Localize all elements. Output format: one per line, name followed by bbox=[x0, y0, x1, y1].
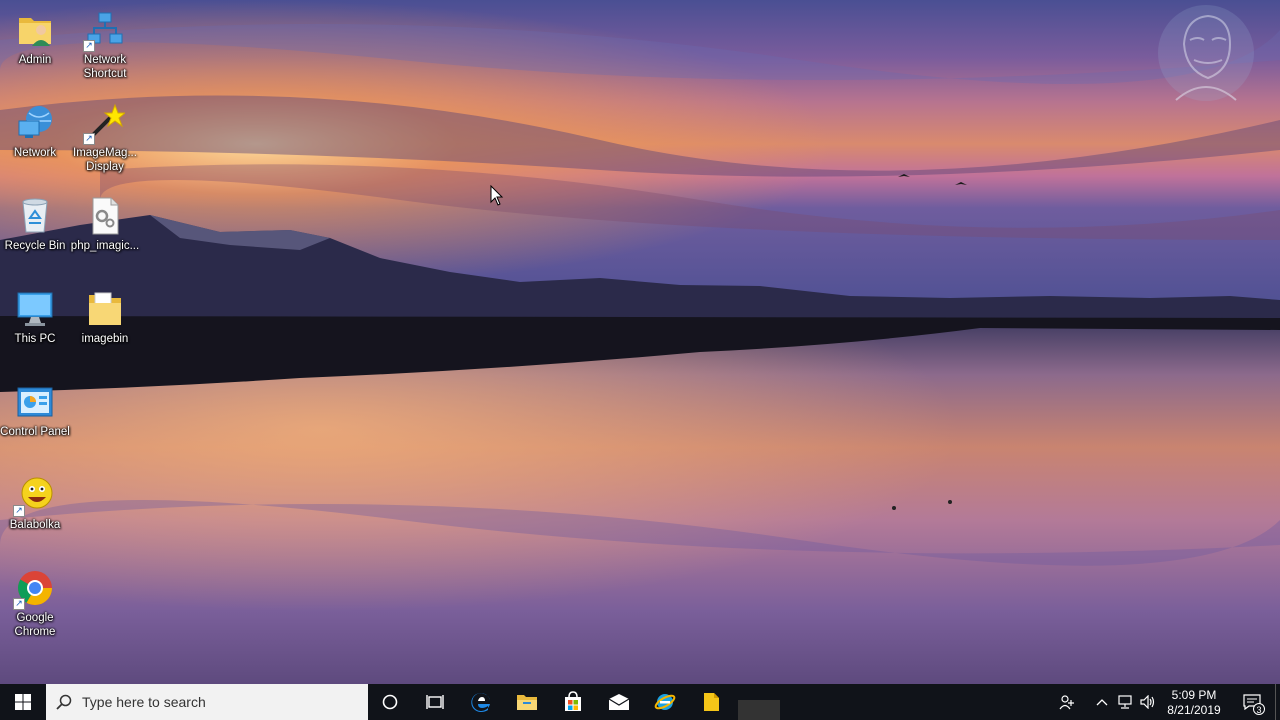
mail-icon bbox=[608, 694, 630, 710]
desktop-icon-admin[interactable]: Admin bbox=[0, 10, 70, 67]
shortcut-arrow-icon: ↗ bbox=[83, 40, 95, 52]
shortcut-arrow-icon: ↗ bbox=[13, 598, 25, 610]
desktop-icon-label: Recycle Bin bbox=[4, 240, 66, 252]
file-explorer-icon bbox=[517, 695, 537, 710]
desktop-icon-this-pc[interactable]: This PC bbox=[0, 289, 70, 346]
search-icon bbox=[56, 694, 72, 710]
taskbar-edge-button[interactable] bbox=[458, 684, 504, 720]
control-panel-icon bbox=[15, 382, 55, 422]
people-icon bbox=[1059, 695, 1074, 710]
system-tray: 5:09 PM 8/21/2019 3 bbox=[1055, 684, 1280, 720]
desktop-icon-imagebin[interactable]: imagebin bbox=[70, 289, 140, 346]
desktop-icon-recycle-bin[interactable]: Recycle Bin bbox=[0, 196, 70, 253]
chevron-up-icon bbox=[1096, 699, 1107, 706]
store-icon bbox=[565, 691, 581, 711]
balabolka-icon: ↗ bbox=[13, 475, 55, 517]
desktop-icon-label: Balabolka bbox=[9, 519, 61, 531]
chrome-icon: ↗ bbox=[13, 568, 55, 610]
desktop-icon-network-shortcut[interactable]: ↗ Network Shortcut bbox=[70, 10, 140, 81]
clock-date: 8/21/2019 bbox=[1167, 703, 1221, 717]
clock-time: 5:09 PM bbox=[1171, 688, 1217, 702]
this-pc-icon bbox=[15, 289, 55, 329]
network-wired-icon bbox=[1117, 695, 1132, 709]
search-placeholder: Type here to search bbox=[82, 694, 206, 710]
cortana-icon bbox=[382, 694, 398, 710]
notification-count-badge: 3 bbox=[1253, 703, 1265, 715]
desktop-icon-control-panel[interactable]: Control Panel bbox=[0, 382, 70, 439]
taskbar-mail-button[interactable] bbox=[596, 684, 642, 720]
task-view-icon bbox=[426, 695, 444, 709]
shortcut-arrow-icon: ↗ bbox=[83, 133, 95, 145]
ie-icon bbox=[654, 694, 676, 710]
desktop-icon-label: Google Chrome bbox=[14, 612, 56, 638]
speaker-icon bbox=[1139, 695, 1154, 709]
action-center-button[interactable]: 3 bbox=[1229, 684, 1275, 720]
mouse-cursor-icon bbox=[490, 184, 504, 207]
sticky-folder-icon bbox=[704, 693, 719, 711]
desktop-icon-balabolka[interactable]: ↗ Balabolka bbox=[0, 475, 70, 532]
desktop-icon-label: Network Shortcut bbox=[83, 54, 127, 80]
windows-logo-icon bbox=[15, 694, 31, 710]
taskbar-search-box[interactable]: Type here to search bbox=[46, 684, 368, 720]
user-folder-icon bbox=[15, 10, 55, 50]
tray-network-button[interactable] bbox=[1113, 684, 1136, 720]
taskbar-file-explorer-button[interactable] bbox=[504, 684, 550, 720]
edge-icon bbox=[471, 693, 490, 713]
recycle-bin-icon bbox=[15, 196, 55, 236]
desktop-icon-imagemagick-display[interactable]: ↗ ImageMag... Display bbox=[70, 103, 140, 174]
start-button[interactable] bbox=[0, 684, 46, 720]
dll-file-icon bbox=[85, 196, 125, 236]
desktop-wallpaper bbox=[0, 0, 1280, 684]
taskbar-clock[interactable]: 5:09 PM 8/21/2019 bbox=[1159, 686, 1229, 718]
desktop-icon-label: Network bbox=[13, 147, 57, 159]
desktop-icon-php-imagick[interactable]: php_imagic... bbox=[70, 196, 140, 253]
imagemagick-wand-icon: ↗ bbox=[83, 103, 127, 145]
taskbar-sticky-folder-button[interactable] bbox=[688, 684, 734, 720]
desktop-icon-label: ImageMag... Display bbox=[73, 147, 137, 173]
desktop-icon-google-chrome[interactable]: ↗ Google Chrome bbox=[0, 568, 70, 639]
folder-icon bbox=[85, 289, 125, 329]
desktop-icon-network[interactable]: Network bbox=[0, 103, 70, 160]
desktop-icon-label: Admin bbox=[18, 54, 52, 66]
network-shortcut-icon: ↗ bbox=[83, 10, 125, 52]
task-view-button[interactable] bbox=[412, 684, 458, 720]
taskbar-store-button[interactable] bbox=[550, 684, 596, 720]
cortana-button[interactable] bbox=[368, 684, 412, 720]
tray-volume-button[interactable] bbox=[1136, 684, 1159, 720]
running-app-indicator[interactable] bbox=[738, 700, 780, 720]
tray-show-hidden-button[interactable] bbox=[1090, 684, 1113, 720]
taskbar: Type here to search 5:09 PM 8/21/2019 3 bbox=[0, 684, 1280, 720]
network-globe-icon bbox=[15, 103, 55, 143]
desktop-icon-label: This PC bbox=[14, 333, 56, 345]
show-desktop-button[interactable] bbox=[1275, 684, 1280, 720]
taskbar-ie-button[interactable] bbox=[642, 684, 688, 720]
desktop-icon-label: php_imagic... bbox=[70, 240, 140, 252]
shortcut-arrow-icon: ↗ bbox=[13, 505, 25, 517]
tray-people-button[interactable] bbox=[1055, 684, 1078, 720]
user-avatar-watermark bbox=[1156, 4, 1256, 102]
desktop-icon-label: imagebin bbox=[81, 333, 129, 345]
desktop-icon-label: Control Panel bbox=[0, 426, 70, 438]
